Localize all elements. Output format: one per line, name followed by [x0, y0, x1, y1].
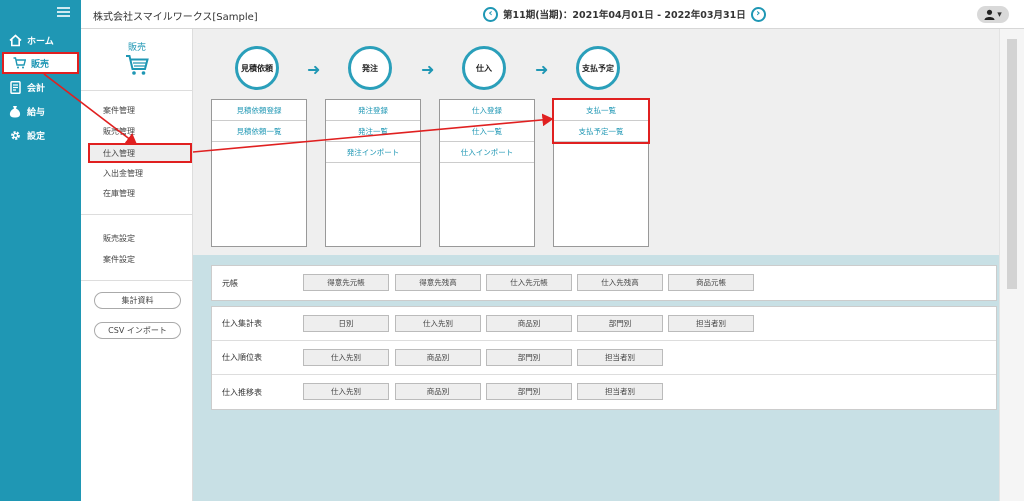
link-payment-schedule-list[interactable]: 支払予定一覧 [554, 121, 648, 142]
nav-item-accounting[interactable]: 会計 [0, 76, 81, 98]
link-purchase-import[interactable]: 仕入インポート [440, 142, 534, 163]
step-payment-schedule: 支払予定 [576, 46, 620, 90]
submenu-item-purchase-management[interactable]: 仕入管理 [88, 143, 192, 163]
submenu-title: 販売 [127, 43, 146, 53]
divider [81, 90, 192, 91]
workflow-area: 見積依頼 ➜ 見積依頼登録 見積依頼一覧 発注 ➜ 発注登録 発注一覧 発注イン… [193, 29, 999, 255]
submenu-item-cash-management[interactable]: 入出金管理 [103, 168, 143, 179]
purchase-trend-row: 仕入推移表 仕入先別 商品別 部門別 担当者別 [212, 375, 996, 409]
csv-import-button[interactable]: CSV インポート [94, 322, 181, 339]
by-product-button[interactable]: 商品別 [395, 383, 481, 400]
order-panel: 発注登録 発注一覧 発注インポート [325, 99, 421, 247]
cart-icon [12, 56, 26, 70]
next-period-button[interactable]: › [750, 6, 766, 22]
link-order-import[interactable]: 発注インポート [326, 142, 420, 163]
chevron-down-icon: ▾ [997, 9, 1002, 20]
hamburger-menu-icon[interactable] [57, 7, 70, 18]
by-staff-button[interactable]: 担当者別 [577, 349, 663, 366]
arrow-right-icon: ➜ [535, 60, 549, 79]
link-purchase-register[interactable]: 仕入登録 [440, 100, 534, 121]
arrow-right-icon: ➜ [421, 60, 435, 79]
product-ledger-button[interactable]: 商品元帳 [668, 274, 754, 291]
supplier-ledger-button[interactable]: 仕入先元帳 [486, 274, 572, 291]
step-order: 発注 [348, 46, 392, 90]
by-supplier-button[interactable]: 仕入先別 [395, 315, 481, 332]
by-product-button[interactable]: 商品別 [486, 315, 572, 332]
summary-report-button[interactable]: 集計資料 [94, 292, 181, 309]
submenu-item-label: 仕入管理 [103, 148, 135, 158]
row-label: 仕入集計表 [222, 319, 262, 328]
nav-item-label: 設定 [27, 131, 46, 142]
gear-icon [8, 128, 22, 142]
purchase-reports-card: 仕入集計表 日別 仕入先別 商品別 部門別 担当者別 仕入順位表 仕入先別 商品… [211, 306, 997, 410]
row-label: 仕入推移表 [222, 387, 262, 397]
scrollbar-thumb[interactable] [1007, 39, 1017, 289]
submenu-item-projects[interactable]: 案件管理 [103, 105, 135, 116]
ledger-card: 元帳 得意先元帳 得意先残高 仕入先元帳 仕入先残高 商品元帳 [211, 265, 997, 301]
submenu-item-inventory[interactable]: 在庫管理 [103, 188, 135, 199]
by-supplier-button[interactable]: 仕入先別 [303, 383, 389, 400]
step-quote-request: 見積依頼 [235, 46, 279, 90]
link-order-list[interactable]: 発注一覧 [326, 121, 420, 142]
by-department-button[interactable]: 部門別 [486, 383, 572, 400]
prev-period-button[interactable]: ‹ [483, 6, 498, 22]
customer-ledger-button[interactable]: 得意先元帳 [303, 274, 389, 291]
money-bag-icon [8, 104, 22, 118]
step-purchase: 仕入 [462, 46, 506, 90]
purchase-summary-row: 仕入集計表 日別 仕入先別 商品別 部門別 担当者別 [212, 307, 996, 341]
divider [81, 214, 192, 215]
by-day-button[interactable]: 日別 [303, 315, 389, 332]
nav-item-label: ホーム [27, 36, 54, 47]
by-product-button[interactable]: 商品別 [395, 349, 481, 366]
link-order-register[interactable]: 発注登録 [326, 100, 420, 121]
nav-item-label: 会計 [27, 83, 46, 94]
by-department-button[interactable]: 部門別 [577, 315, 663, 332]
main-nav: ホーム 販売 会計 給与 設定 [0, 0, 81, 501]
sales-submenu: 販売 案件管理 販売管理 仕入管理 入出金管理 在庫管理 販売設定 案件設定 集… [81, 29, 193, 501]
top-header: 株式会社スマイルワークス[Sample] ‹ 第11期(当期)：2021年04月… [81, 0, 1024, 29]
fiscal-period-selector: ‹ 第11期(当期)：2021年04月01日 - 2022年03月31日 › [483, 5, 766, 23]
by-staff-button[interactable]: 担当者別 [668, 315, 754, 332]
nav-item-home[interactable]: ホーム [0, 29, 81, 51]
link-payment-list[interactable]: 支払一覧 [554, 100, 648, 121]
nav-item-sales[interactable]: 販売 [2, 52, 79, 74]
nav-item-settings[interactable]: 設定 [0, 124, 81, 146]
link-quote-request-list[interactable]: 見積依頼一覧 [212, 121, 306, 142]
nav-item-payroll[interactable]: 給与 [0, 100, 81, 122]
arrow-right-icon: ➜ [307, 60, 321, 79]
highlight-box: 支払一覧 支払予定一覧 [552, 98, 650, 144]
cart-icon [126, 55, 149, 75]
customer-balance-button[interactable]: 得意先残高 [395, 274, 481, 291]
company-name: 株式会社スマイルワークス[Sample] [93, 12, 258, 23]
main-content: 見積依頼 ➜ 見積依頼登録 見積依頼一覧 発注 ➜ 発注登録 発注一覧 発注イン… [193, 29, 1024, 501]
by-department-button[interactable]: 部門別 [486, 349, 572, 366]
submenu-item-project-settings[interactable]: 案件設定 [103, 254, 135, 265]
submenu-item-sales-settings[interactable]: 販売設定 [103, 233, 135, 244]
by-supplier-button[interactable]: 仕入先別 [303, 349, 389, 366]
link-quote-request-register[interactable]: 見積依頼登録 [212, 100, 306, 121]
fiscal-period-label: 第11期(当期)：2021年04月01日 - 2022年03月31日 [503, 10, 746, 21]
purchase-ranking-row: 仕入順位表 仕入先別 商品別 部門別 担当者別 [212, 341, 996, 375]
submenu-item-sales-management[interactable]: 販売管理 [103, 126, 135, 137]
supplier-balance-button[interactable]: 仕入先残高 [577, 274, 663, 291]
divider [81, 280, 192, 281]
purchase-panel: 仕入登録 仕入一覧 仕入インポート [439, 99, 535, 247]
vertical-scrollbar[interactable] [999, 29, 1024, 501]
ledger-row: 元帳 得意先元帳 得意先残高 仕入先元帳 仕入先残高 商品元帳 [212, 266, 996, 300]
home-icon [8, 33, 22, 47]
user-menu-button[interactable]: ▾ [977, 6, 1009, 23]
row-label: 元帳 [222, 278, 238, 288]
link-purchase-list[interactable]: 仕入一覧 [440, 121, 534, 142]
by-staff-button[interactable]: 担当者別 [577, 383, 663, 400]
ledger-icon [8, 80, 22, 94]
nav-item-label: 販売 [31, 59, 50, 70]
nav-item-label: 給与 [27, 107, 46, 118]
payment-schedule-panel: 支払一覧 支払予定一覧 [552, 98, 650, 247]
row-label: 仕入順位表 [222, 353, 262, 362]
quote-request-panel: 見積依頼登録 見積依頼一覧 [211, 99, 307, 247]
user-icon [984, 9, 995, 20]
